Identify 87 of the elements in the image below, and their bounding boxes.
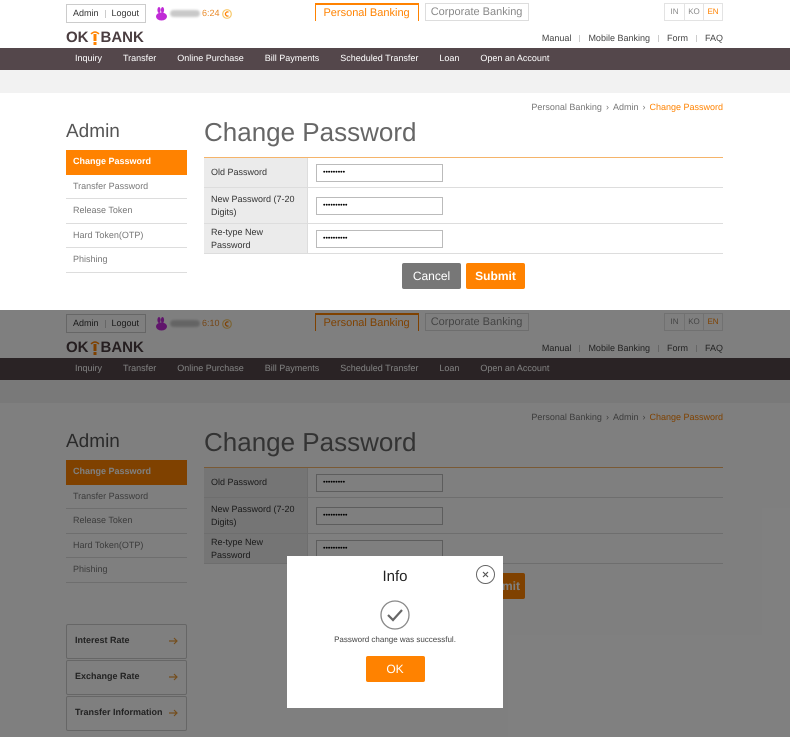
session-time: 6:10 xyxy=(202,316,220,330)
arrow-icon xyxy=(169,709,178,717)
breadcrumb-separator: › xyxy=(606,101,609,114)
utility-link[interactable]: Manual xyxy=(542,342,572,355)
breadcrumb-link[interactable]: Personal Banking xyxy=(531,101,602,115)
ok-button[interactable]: OK xyxy=(366,656,424,682)
logout-link[interactable]: Logout xyxy=(112,6,140,20)
field-label: New Password (7-20 Digits) xyxy=(204,188,308,223)
check-icon xyxy=(380,600,410,630)
utility-link[interactable]: Mobile Banking xyxy=(588,32,650,45)
sidebar-item[interactable]: Transfer Password xyxy=(66,174,187,199)
nav-link[interactable]: Open an Account xyxy=(480,362,550,376)
coin-icon xyxy=(222,318,232,328)
quick-link[interactable]: Exchange Rate xyxy=(66,660,187,694)
sidebar-item[interactable]: Change Password xyxy=(66,150,187,174)
nav-link[interactable]: Bill Payments xyxy=(264,52,320,66)
rabbit-icon xyxy=(155,6,168,20)
breadcrumb-link[interactable]: Personal Banking xyxy=(531,411,602,425)
breadcrumb-link[interactable]: Change Password xyxy=(649,411,723,425)
sidebar-item[interactable]: Release Token xyxy=(66,199,187,224)
field-label: Re-type New Password xyxy=(204,534,308,563)
utility-link[interactable]: FAQ xyxy=(704,342,723,355)
close-button[interactable] xyxy=(476,565,495,584)
breadcrumb-link[interactable]: Admin xyxy=(612,101,638,115)
nav-link[interactable]: Scheduled Transfer xyxy=(340,52,418,66)
nav-link[interactable]: Inquiry xyxy=(75,52,102,66)
cancel-button[interactable]: Cancel xyxy=(402,263,461,289)
rabbit-icon xyxy=(155,316,168,330)
language-button[interactable]: KO xyxy=(684,314,703,330)
bank-tab[interactable]: Corporate Banking xyxy=(424,3,529,21)
coin-icon xyxy=(222,8,232,18)
utility-link[interactable]: Form xyxy=(666,32,688,45)
nav-link[interactable]: Transfer xyxy=(123,362,156,376)
nav-link[interactable]: Open an Account xyxy=(480,52,550,66)
close-icon xyxy=(482,571,489,578)
utility-link[interactable]: FAQ xyxy=(704,32,723,45)
admin-link[interactable]: Admin xyxy=(73,6,99,20)
nav-link[interactable]: Inquiry xyxy=(75,362,102,376)
quick-link[interactable]: Transfer Information xyxy=(66,696,187,730)
field-label: Old Password xyxy=(204,468,308,497)
session-time: 6:24 xyxy=(202,6,220,20)
sidebar-item[interactable]: Hard Token(OTP) xyxy=(66,534,187,558)
nav-link[interactable]: Online Purchase xyxy=(177,52,244,66)
quick-link[interactable]: Interest Rate xyxy=(66,624,187,658)
breadcrumb-link[interactable]: Change Password xyxy=(649,101,723,115)
arrow-icon xyxy=(169,637,178,645)
language-button[interactable]: IN xyxy=(665,314,684,330)
utility-link[interactable]: Form xyxy=(666,342,688,355)
arrow-icon xyxy=(169,673,178,681)
breadcrumb-link[interactable]: Admin xyxy=(612,411,638,425)
bank-tab[interactable]: Corporate Banking xyxy=(424,313,529,331)
nav-link[interactable]: Bill Payments xyxy=(264,362,320,376)
field-label: Old Password xyxy=(204,158,308,187)
breadcrumb-separator: › xyxy=(642,411,646,424)
page-title: Change Password xyxy=(204,116,418,149)
submit-button[interactable]: Submit xyxy=(466,263,525,289)
bank-logo: OK BANK xyxy=(66,340,144,355)
sidebar-item[interactable]: Transfer Password xyxy=(66,484,187,509)
logout-link[interactable]: Logout xyxy=(112,316,140,330)
language-button[interactable]: KO xyxy=(684,4,703,20)
sidebar-title: Admin xyxy=(66,430,121,454)
dialog-message: Password change was successful. xyxy=(334,634,456,646)
nav-link[interactable]: Transfer xyxy=(123,52,156,66)
redacted-text xyxy=(170,320,200,327)
page-title: Change Password xyxy=(204,426,418,459)
sidebar-item[interactable]: Phishing xyxy=(66,558,187,582)
utility-link[interactable]: Manual xyxy=(542,32,572,45)
breadcrumb-separator: › xyxy=(606,411,609,424)
sidebar-item[interactable]: Release Token xyxy=(66,509,187,534)
admin-link[interactable]: Admin xyxy=(73,316,99,330)
nav-link[interactable]: Loan xyxy=(439,362,460,376)
sidebar-title: Admin xyxy=(66,120,121,144)
sidebar-item[interactable]: Phishing xyxy=(66,248,187,272)
language-button[interactable]: EN xyxy=(703,4,722,20)
sidebar-item[interactable]: Hard Token(OTP) xyxy=(66,224,187,248)
redacted-text xyxy=(170,10,200,17)
utility-link[interactable]: Mobile Banking xyxy=(588,342,650,355)
nav-link[interactable]: Loan xyxy=(439,52,460,66)
bank-tab[interactable]: Personal Banking xyxy=(314,3,419,21)
breadcrumb-separator: › xyxy=(642,101,646,114)
bank-logo: OK BANK xyxy=(66,30,144,45)
field-label: Re-type New Password xyxy=(204,224,308,253)
nav-link[interactable]: Online Purchase xyxy=(177,362,244,376)
nav-link[interactable]: Scheduled Transfer xyxy=(340,362,418,376)
dialog-title: Info xyxy=(382,567,408,587)
language-button[interactable]: IN xyxy=(665,4,684,20)
field-label: New Password (7-20 Digits) xyxy=(204,498,308,533)
